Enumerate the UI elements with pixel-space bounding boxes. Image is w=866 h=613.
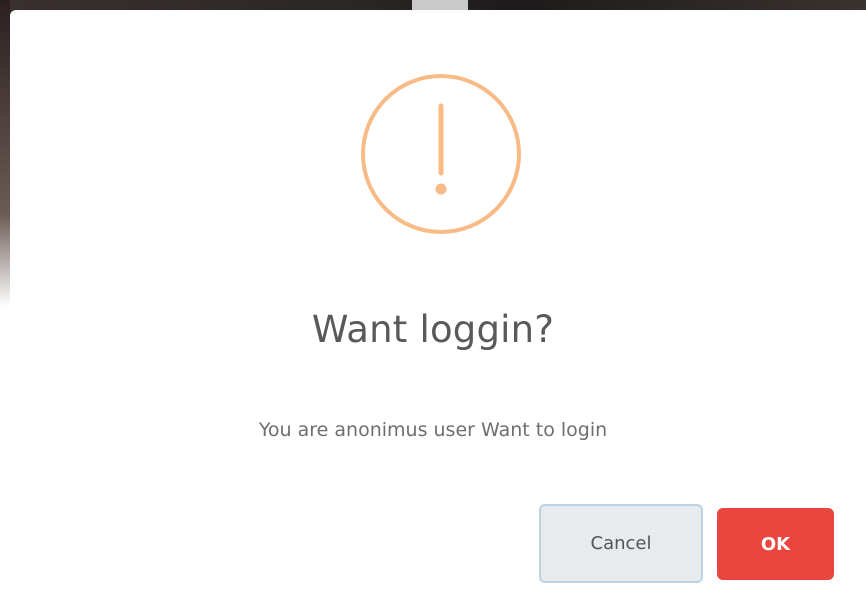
ok-button-label: OK xyxy=(760,533,791,555)
warning-exclamation-icon xyxy=(361,74,521,234)
ok-button[interactable]: OK xyxy=(717,508,834,580)
backdrop-left-edge xyxy=(0,0,10,613)
dialog-title: Want loggin? xyxy=(311,308,555,351)
alert-dialog: Want loggin? You are anonimus user Want … xyxy=(10,10,866,613)
cancel-button[interactable]: Cancel xyxy=(539,504,703,583)
dialog-message: You are anonimus user Want to login xyxy=(258,419,608,441)
backdrop-highlight xyxy=(412,0,468,10)
warning-icon xyxy=(360,73,522,235)
cancel-button-label: Cancel xyxy=(590,533,652,554)
